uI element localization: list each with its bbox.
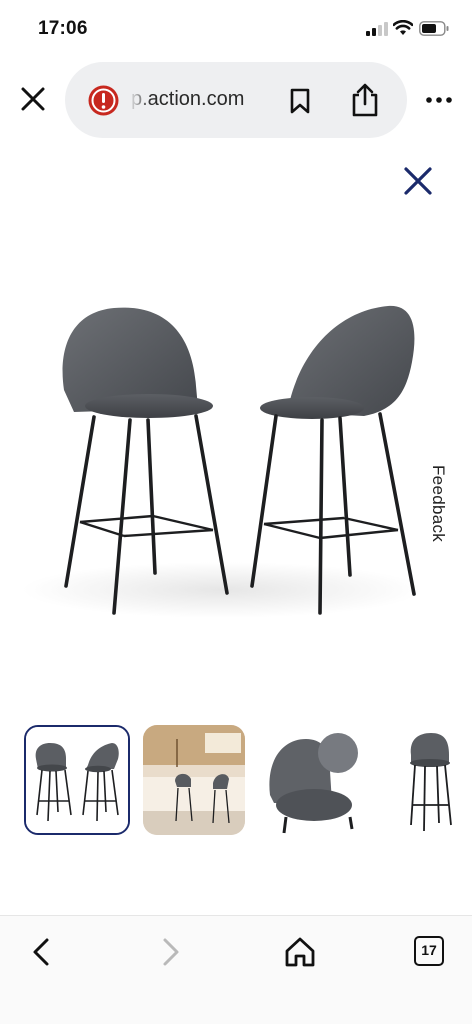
thumbnail-single-bar-stool[interactable]: [405, 725, 457, 835]
url-text[interactable]: p.action.com: [131, 88, 281, 111]
thumbnail-strip: [0, 725, 472, 837]
chevron-right-icon[interactable]: [152, 934, 188, 970]
status-bar: 17:06: [0, 0, 472, 60]
thumbnail-two-bar-stools[interactable]: [24, 725, 130, 835]
wifi-icon: [393, 20, 413, 35]
product-main-image[interactable]: [22, 290, 424, 630]
status-time: 17:06: [38, 18, 88, 39]
share-icon[interactable]: [350, 82, 380, 118]
bookmark-icon[interactable]: [289, 88, 311, 114]
home-icon[interactable]: [282, 934, 318, 970]
cellular-signal-icon: [366, 22, 388, 36]
address-bar[interactable]: p.action.com: [65, 62, 407, 138]
thumbnail-stool-back-and-seat-detail[interactable]: [262, 725, 362, 835]
tab-count: 17: [421, 942, 437, 958]
chevron-left-icon[interactable]: [24, 934, 60, 970]
tab-switcher-button[interactable]: 17: [414, 936, 444, 966]
close-icon[interactable]: [16, 82, 50, 116]
battery-icon: [419, 21, 449, 36]
alert-icon[interactable]: [87, 84, 120, 117]
thumbnail-bar-stools-in-kitchen[interactable]: [143, 725, 245, 835]
gallery-close-icon[interactable]: [402, 165, 434, 197]
more-icon[interactable]: [424, 90, 454, 110]
feedback-button[interactable]: Feedback: [428, 465, 448, 542]
browser-toolbar: p.action.com: [0, 60, 472, 140]
browser-bottom-nav: 17: [0, 915, 472, 1024]
